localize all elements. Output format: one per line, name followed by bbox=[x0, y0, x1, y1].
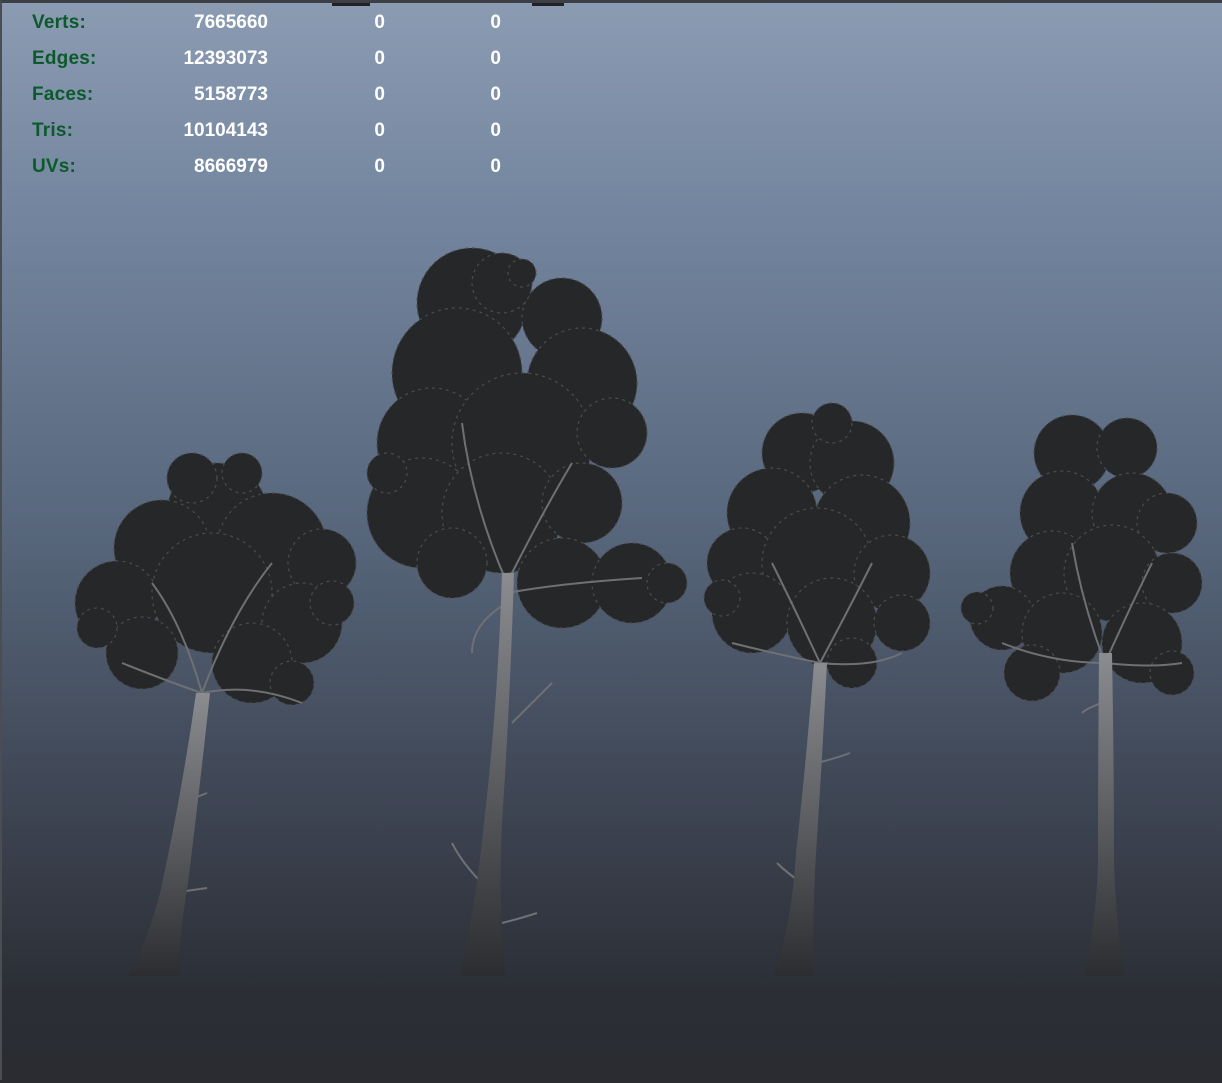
tree-trunk bbox=[128, 693, 210, 976]
tree-foliage bbox=[74, 452, 357, 706]
tree-models[interactable] bbox=[2, 3, 1222, 1083]
tree-trunk bbox=[1084, 653, 1124, 976]
tree-trunk bbox=[774, 663, 827, 976]
3d-viewport[interactable]: Verts: 7665660 0 0 Edges: 12393073 0 0 F… bbox=[0, 0, 1222, 1080]
tree-model[interactable] bbox=[366, 247, 688, 976]
tree-foliage bbox=[366, 247, 688, 629]
tree-trunk bbox=[460, 573, 514, 976]
tree-model[interactable] bbox=[703, 402, 931, 976]
tree-model[interactable] bbox=[960, 414, 1203, 976]
tree-foliage bbox=[960, 414, 1203, 702]
tree-model[interactable] bbox=[74, 452, 357, 976]
